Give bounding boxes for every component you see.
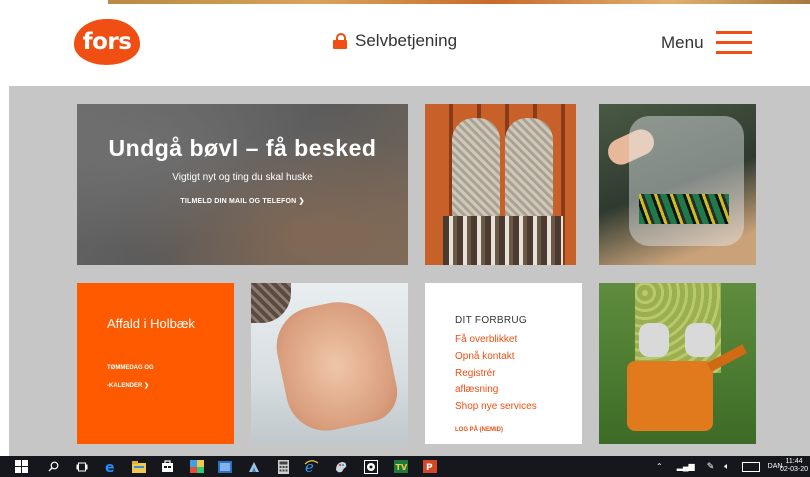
app-icon[interactable] xyxy=(246,459,261,474)
register-reading-link-line2[interactable]: aflæsning xyxy=(455,384,498,395)
svg-text:TV: TV xyxy=(395,463,407,472)
clock-time: 11:44 xyxy=(785,458,803,465)
search-icon[interactable] xyxy=(46,459,61,474)
register-reading-link[interactable]: Registrér xyxy=(455,368,496,379)
lock-icon xyxy=(333,33,347,49)
washing-hands xyxy=(269,292,403,439)
sock-right xyxy=(505,118,553,226)
sock-left xyxy=(452,118,500,226)
waste-holbaek-tile[interactable]: Affald i Holbæk TØMMEDAG OG -KALENDER ❯ xyxy=(77,283,234,444)
media-player-icon[interactable] xyxy=(363,459,378,474)
fors-logo[interactable]: fors xyxy=(74,19,140,65)
contact-link[interactable]: Opnå kontakt xyxy=(455,351,514,362)
system-tray: ⌃ ▂▄▆ ✎ 🔈︎ DAN xyxy=(656,456,782,477)
menu-button[interactable]: Menu xyxy=(661,28,752,58)
windows-start-icon[interactable] xyxy=(15,459,29,474)
site-header: fors Selvbetjening Menu xyxy=(0,4,810,86)
login-nemid-link[interactable]: LOG PÅ (NEMID) xyxy=(455,427,503,433)
store-icon[interactable] xyxy=(160,459,175,474)
hero-subtitle: Vigtigt nyt og ting du skal huske xyxy=(172,172,313,183)
edge-browser-icon[interactable]: e xyxy=(103,459,118,474)
calculator-icon[interactable] xyxy=(276,459,291,474)
signup-link[interactable]: TILMELD DIN MAIL OG TELEFON ❯ xyxy=(77,197,408,205)
glove-right xyxy=(685,323,715,357)
waste-title: Affald i Holbæk xyxy=(107,316,195,331)
socks-photo-tile[interactable] xyxy=(425,104,576,265)
menu-label: Menu xyxy=(661,33,704,52)
keyboard-icon[interactable] xyxy=(741,461,760,472)
svg-text:P: P xyxy=(426,463,433,473)
chevron-up-icon[interactable]: ⌃ xyxy=(656,462,663,471)
watering-can xyxy=(627,361,713,431)
batteries xyxy=(639,194,729,224)
handwash-photo-tile[interactable] xyxy=(251,283,408,444)
powerpoint-icon[interactable]: P xyxy=(422,459,437,474)
sleeve xyxy=(251,283,291,323)
self-service-link[interactable]: Selvbetjening xyxy=(333,28,457,54)
tile-grid: Undgå bøvl – få besked Vigtigt nyt og ti… xyxy=(9,86,810,456)
consumption-card: DIT FORBRUG Få overblikket Opnå kontakt … xyxy=(425,283,582,444)
plastic-bag xyxy=(629,116,744,246)
battery-photo-tile[interactable] xyxy=(599,104,756,265)
task-view-icon[interactable] xyxy=(74,459,89,474)
glove-left xyxy=(639,323,669,357)
file-explorer-icon[interactable] xyxy=(131,459,146,474)
internet-explorer-icon[interactable]: e xyxy=(304,459,319,474)
people-icon[interactable] xyxy=(189,459,204,474)
trousers xyxy=(443,216,563,265)
self-service-label: Selvbetjening xyxy=(355,31,458,50)
garden-photo-tile[interactable] xyxy=(599,283,756,444)
consumption-heading: DIT FORBRUG xyxy=(455,315,528,326)
collection-day-link-line1[interactable]: TØMMEDAG OG xyxy=(107,365,154,371)
volume-icon[interactable]: 🔈︎ xyxy=(724,461,729,472)
clock-date: 02-03-20 xyxy=(779,466,809,473)
network-icon[interactable]: ▂▄▆ xyxy=(677,462,695,471)
windows-taskbar: e e TV P ⌃ ▂▄▆ ✎ 🔈︎ DAN 11:44 02-03-20 xyxy=(0,456,810,477)
clock[interactable]: 11:44 02-03-20 xyxy=(778,458,810,474)
overview-link[interactable]: Få overblikket xyxy=(455,334,517,345)
photos-icon[interactable] xyxy=(217,459,232,474)
notification-signup-tile[interactable]: Undgå bøvl – få besked Vigtigt nyt og ti… xyxy=(77,104,408,265)
pen-icon[interactable]: ✎ xyxy=(707,461,715,472)
hero-title: Undgå bøvl – få besked xyxy=(108,135,377,161)
hamburger-icon xyxy=(715,30,752,56)
tv-app-icon[interactable]: TV xyxy=(393,459,408,474)
svg-text:e: e xyxy=(105,460,115,474)
shop-services-link[interactable]: Shop nye services xyxy=(455,401,537,412)
collection-day-link-line2[interactable]: -KALENDER ❯ xyxy=(107,382,149,389)
paint-icon[interactable] xyxy=(333,459,348,474)
